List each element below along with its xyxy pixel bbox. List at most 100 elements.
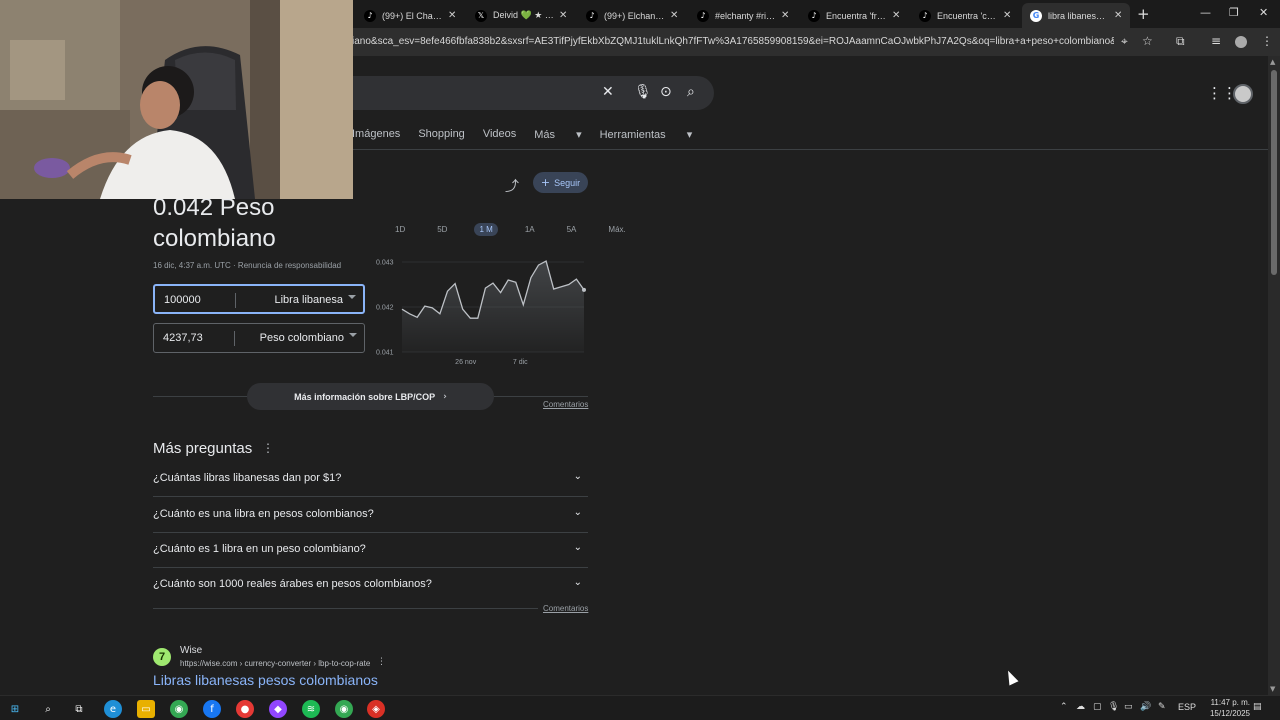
close-tab-icon[interactable]: ✕ [781,10,791,21]
account-avatar[interactable] [1233,84,1253,104]
tray-overflow-icon[interactable]: ⌃ [1060,702,1068,712]
tab-1[interactable]: ♪ (99+) El Chantyy ( ✕ [356,3,464,28]
app-icon[interactable]: ◆ [269,700,287,718]
profile-avatar-icon[interactable] [1235,36,1247,48]
from-currency-select[interactable]: Libra libanesa [275,294,344,306]
maximize-icon[interactable]: ❐ [1229,6,1239,19]
range-1d[interactable]: 1D [390,223,410,236]
chrome-icon[interactable]: ◉ [170,700,188,718]
close-tab-icon[interactable]: ✕ [670,10,680,21]
facebook-icon[interactable]: f [203,700,221,718]
extensions-icon[interactable]: ⧉ [1176,34,1185,49]
range-5d[interactable]: 5D [432,223,452,236]
faq-item[interactable]: ¿Cuántas libras libanesas dan por $1? ⌄ [153,462,588,497]
network-icon[interactable]: ▭ [1124,702,1133,712]
close-window-icon[interactable]: ✕ [1259,6,1268,19]
app-icon[interactable]: ● [236,700,254,718]
close-tab-icon[interactable]: ✕ [1003,10,1013,21]
close-tab-icon[interactable]: ✕ [892,10,902,21]
search-icon[interactable]: ⌕ [39,700,57,718]
minimize-icon[interactable]: — [1200,6,1211,19]
tiktok-icon: ♪ [364,9,376,22]
search-box[interactable]: ✕ 🎙 ⊙ ⌕ [300,76,714,110]
filter-tools[interactable]: Herramientas ▾ [600,128,693,144]
tab-3[interactable]: ♪ (99+) Elchantyy (@ ✕ [578,3,686,28]
range-5y[interactable]: 5A [562,223,582,236]
scrollbar-thumb[interactable] [1271,70,1277,275]
tab-7-active[interactable]: G libra libanesa a p ✕ [1022,3,1130,28]
search-icon[interactable]: ⌕ [687,84,695,100]
chevron-down-icon[interactable]: ⌄ [574,577,582,588]
share-icon[interactable]: ⤴ [505,176,519,196]
rate-chart[interactable]: 0.043 0.042 0.041 26 nov 7 dic [370,252,595,372]
result-title-link[interactable]: Libras libanesas pesos colombianos [153,672,378,688]
chevron-down-icon[interactable]: ⌄ [574,507,582,518]
more-info-button[interactable]: Más información sobre LBP/COP › [247,383,494,410]
range-max[interactable]: Máx. [603,223,630,236]
more-options-icon[interactable]: ⋮ [262,441,274,455]
cloud-icon[interactable]: ☁ [1076,702,1085,712]
range-1m[interactable]: 1 M [474,223,498,236]
from-amount-input[interactable]: 100000 [164,294,201,306]
close-tab-icon[interactable]: ✕ [559,10,569,21]
tab-label: (99+) El Chantyy ( [382,10,444,21]
lens-icon[interactable]: ⊙ [660,84,672,100]
dropdown-arrow-icon[interactable] [349,333,357,337]
to-currency-select[interactable]: Peso colombiano [260,332,344,344]
tab-4[interactable]: ♪ #elchanty #risa # ✕ [689,3,797,28]
page-scrollbar[interactable]: ▲ ▼ [1268,56,1280,695]
pen-icon[interactable]: ✎ [1158,702,1166,712]
result-site-url[interactable]: https://wise.com › currency-converter › … [180,659,370,668]
tab-2[interactable]: 𝕏 Deivid 💚 ★ en X ✕ [467,3,575,28]
windows-start-icon[interactable]: ⊞ [6,700,24,718]
microphone-icon[interactable]: 🎙 [634,84,652,100]
rate-timestamp[interactable]: 16 dic, 4:37 a.m. UTC · Renuncia de resp… [153,261,341,270]
faq-item[interactable]: ¿Cuánto es 1 libra en un peso colombiano… [153,533,588,568]
app-icon[interactable]: ◈ [367,700,385,718]
volume-icon[interactable]: 🔊 [1140,702,1151,712]
bookmark-star-icon[interactable]: ☆ [1142,34,1153,48]
edge-icon[interactable]: e [104,700,122,718]
filter-videos[interactable]: Videos [483,128,516,144]
close-tab-icon[interactable]: ✕ [1114,10,1124,21]
device-icon[interactable]: ▢ [1093,702,1102,712]
browser-menu-icon[interactable]: ⋮ [1261,34,1273,48]
new-tab-icon[interactable]: + [1137,5,1150,23]
range-1y[interactable]: 1A [520,223,540,236]
faq-item[interactable]: ¿Cuánto son 1000 reales árabes en pesos … [153,568,588,603]
tab-6[interactable]: ♪ Encuentra 'chanty ✕ [911,3,1019,28]
search-filters: Imágenes Shopping Videos Más ▾ Herramien… [352,128,710,144]
result-options-icon[interactable]: ⋮ [377,657,386,667]
notifications-icon[interactable]: ▤ [1253,702,1262,712]
dropdown-arrow-icon[interactable] [348,295,356,299]
separator [234,331,235,346]
chevron-down-icon[interactable]: ⌄ [574,471,582,482]
close-tab-icon[interactable]: ✕ [448,10,458,21]
microphone-icon[interactable]: 🎙 [1108,702,1119,712]
filter-images[interactable]: Imágenes [352,128,400,144]
feedback-link[interactable]: Comentarios [543,604,588,613]
clear-search-icon[interactable]: ✕ [602,84,614,100]
tab-5[interactable]: ♪ Encuentra 'frezo' ✕ [800,3,908,28]
feedback-link[interactable]: Comentarios [543,400,588,409]
spotify-icon[interactable]: ≋ [302,700,320,718]
faq-item[interactable]: ¿Cuánto es una libra en pesos colombiano… [153,498,588,533]
follow-button[interactable]: + Seguir [533,172,588,193]
to-amount-input[interactable]: 4237,73 [163,332,203,344]
chevron-down-icon[interactable]: ⌄ [574,542,582,553]
file-explorer-icon[interactable]: ▭ [137,700,155,718]
screen: ♪ (99+) El Chantyy ( ✕ 𝕏 Deivid 💚 ★ en X… [0,0,1280,720]
filter-shopping[interactable]: Shopping [418,128,465,144]
chrome-icon[interactable]: ◉ [335,700,353,718]
location-icon[interactable]: ⌖ [1121,34,1128,49]
clock[interactable]: 11:47 p. m. 15/12/2025 [1196,697,1250,719]
language-indicator[interactable]: ESP [1178,702,1196,712]
task-view-icon[interactable]: ⧉ [70,700,88,718]
faq-question: ¿Cuántas libras libanesas dan por $1? [153,472,342,484]
result-site-name[interactable]: Wise [180,645,202,656]
scroll-down-icon[interactable]: ▼ [1270,685,1275,693]
media-control-icon[interactable]: ≡ [1211,34,1221,48]
filter-more[interactable]: Más ▾ [534,128,581,144]
url-field[interactable]: iano&sca_esv=8efe466fbfa838b2&sxsrf=AE3T… [352,36,1114,47]
scroll-up-icon[interactable]: ▲ [1270,58,1275,66]
